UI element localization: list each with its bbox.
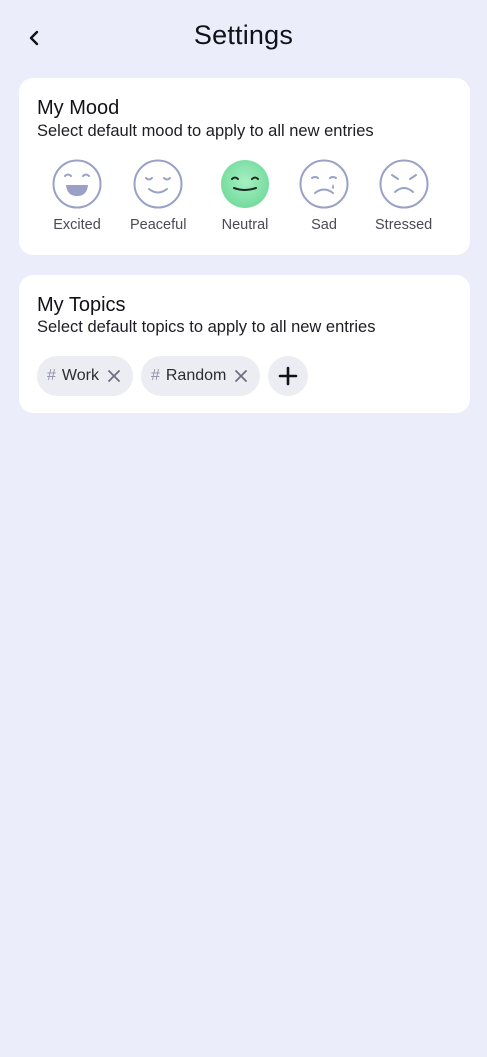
excited-face-icon bbox=[52, 159, 102, 209]
sad-face-icon bbox=[299, 159, 349, 209]
mood-card-title: My Mood bbox=[37, 97, 120, 119]
mood-label: Peaceful bbox=[130, 217, 187, 233]
mood-option-excited[interactable]: Excited bbox=[51, 158, 103, 233]
mood-option-neutral[interactable]: Neutral bbox=[219, 158, 271, 233]
plus-icon bbox=[279, 366, 298, 386]
mood-label: Excited bbox=[53, 217, 101, 233]
topic-chip-row: # Work # Random bbox=[37, 356, 309, 396]
hash-icon: # bbox=[150, 367, 160, 384]
page-title: Settings bbox=[193, 20, 294, 50]
topic-chip-random[interactable]: # Random bbox=[140, 356, 261, 396]
mood-label: Stressed bbox=[375, 217, 433, 233]
mood-card-subtitle: Select default mood to apply to all new … bbox=[37, 122, 374, 140]
mood-label: Neutral bbox=[221, 217, 269, 233]
close-icon[interactable] bbox=[234, 369, 248, 383]
mood-label: Sad bbox=[311, 217, 337, 233]
peaceful-face-icon bbox=[133, 159, 183, 209]
topic-chip-work[interactable]: # Work bbox=[37, 356, 133, 396]
settings-screen: Settings My Mood Select default mood to … bbox=[0, 0, 487, 1057]
topic-chip-label: Work bbox=[61, 367, 99, 384]
neutral-face-icon bbox=[221, 160, 269, 208]
topics-card: My Topics Select default topics to apply… bbox=[19, 275, 470, 413]
hash-icon: # bbox=[47, 367, 56, 384]
mood-option-peaceful[interactable]: Peaceful bbox=[130, 158, 186, 233]
topics-card-title: My Topics bbox=[37, 294, 126, 316]
mood-card: My Mood Select default mood to apply to … bbox=[19, 78, 470, 255]
mood-option-stressed[interactable]: Stressed bbox=[375, 158, 432, 233]
stressed-face-icon bbox=[379, 159, 429, 209]
topics-card-subtitle: Select default topics to apply to all ne… bbox=[37, 318, 376, 336]
add-topic-button[interactable] bbox=[268, 356, 309, 396]
mood-option-sad[interactable]: Sad bbox=[298, 158, 350, 233]
topic-chip-label: Random bbox=[165, 367, 227, 384]
close-icon[interactable] bbox=[107, 369, 121, 383]
header: Settings bbox=[0, 0, 487, 78]
